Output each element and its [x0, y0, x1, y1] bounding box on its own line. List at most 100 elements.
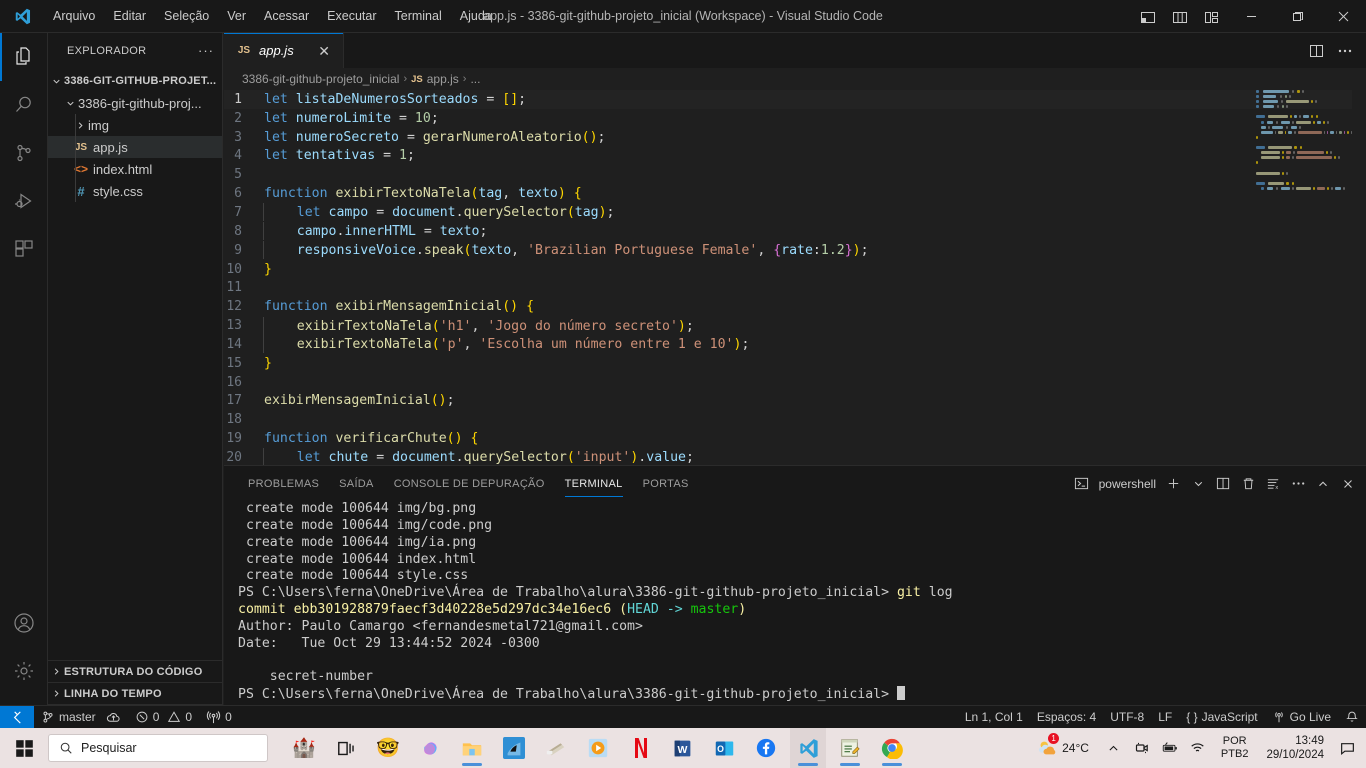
tab-appjs[interactable]: JS app.js ✕ [224, 33, 344, 68]
maximize-panel-icon[interactable] [1311, 471, 1335, 497]
code-line[interactable]: 18 [224, 410, 1366, 429]
minimize-button[interactable] [1228, 0, 1274, 33]
terminal-name[interactable]: powershell [1099, 477, 1156, 491]
taskbar-copilot-icon[interactable] [412, 728, 448, 768]
status-notifications[interactable] [1338, 706, 1366, 729]
tab-console-depuracao[interactable]: CONSOLE DE DEPURAÇÃO [384, 466, 555, 501]
minimap[interactable] [1256, 90, 1352, 225]
code-line[interactable]: 8 campo.innerHTML = texto; [224, 222, 1366, 241]
menu-executar[interactable]: Executar [318, 0, 385, 33]
tab-portas[interactable]: PORTAS [633, 466, 699, 501]
code-line[interactable]: 12 function exibirMensagemInicial() { [224, 297, 1366, 316]
taskbar-word-icon[interactable]: W [664, 728, 700, 768]
sidebar-item-run-and-debug[interactable] [0, 177, 48, 225]
gear-icon[interactable] [0, 647, 48, 695]
code-line[interactable]: 16 [224, 373, 1366, 392]
remote-window-icon[interactable] [0, 705, 34, 729]
code-line[interactable]: 7 let campo = document.querySelector(tag… [224, 203, 1366, 222]
terminal-output[interactable]: create mode 100644 img/bg.png create mod… [224, 501, 1366, 705]
taskbar-facebook-icon[interactable] [748, 728, 784, 768]
menu-ver[interactable]: Ver [218, 0, 255, 33]
windows-start-icon[interactable] [0, 728, 48, 768]
battery-icon[interactable] [1157, 728, 1183, 768]
tree-item-file-appjs[interactable]: JS app.js [48, 136, 222, 158]
code-line[interactable]: 6 function exibirTextoNaTela(tag, texto) … [224, 184, 1366, 203]
status-eol[interactable]: LF [1151, 706, 1179, 729]
breadcrumb[interactable]: 3386-git-github-projeto_inicial › JS app… [224, 68, 1366, 90]
section-timeline[interactable]: LINHA DO TEMPO [48, 683, 222, 705]
code-line[interactable]: 11 [224, 278, 1366, 297]
sidebar-item-search[interactable] [0, 81, 48, 129]
code-line[interactable]: 19 function verificarChute() { [224, 429, 1366, 448]
code-line[interactable]: 5 [224, 165, 1366, 184]
menu-editar[interactable]: Editar [104, 0, 155, 33]
taskbar-task-view-icon[interactable] [328, 728, 364, 768]
weather-partly-cloudy-icon[interactable]: 1 [1034, 728, 1060, 768]
status-go-live[interactable]: Go Live [1265, 706, 1338, 729]
code-line[interactable]: 20 let chute = document.querySelector('i… [224, 448, 1366, 465]
breadcrumb-file[interactable]: app.js [427, 72, 459, 86]
code-editor[interactable]: 1 let listaDeNumerosSorteados = []; 2 let n… [224, 90, 1366, 465]
taskbar-media-player-icon[interactable] [580, 728, 616, 768]
taskbar-emoji-app-icon[interactable]: 🤓 [370, 728, 406, 768]
status-ports[interactable]: 0 [199, 706, 239, 729]
tab-problemas[interactable]: PROBLEMAS [238, 466, 329, 501]
taskbar-outlook-icon[interactable]: O [706, 728, 742, 768]
camera-icon[interactable] [1129, 728, 1155, 768]
tree-item-workspace[interactable]: 3386-GIT-GITHUB-PROJET... [48, 70, 222, 92]
taskbar-chrome-icon[interactable] [874, 728, 910, 768]
tree-item-file-stylecss[interactable]: # style.css [48, 180, 222, 202]
code-line[interactable]: 9 responsiveVoice.speak(texto, 'Brazilia… [224, 241, 1366, 260]
wifi-icon[interactable] [1185, 728, 1211, 768]
menu-bar[interactable]: Arquivo Editar Seleção Ver Acessar Execu… [44, 0, 501, 33]
split-editor-icon[interactable] [1304, 33, 1330, 68]
code-line[interactable]: 2 let numeroLimite = 10; [224, 109, 1366, 128]
breadcrumb-folder[interactable]: 3386-git-github-projeto_inicial [242, 72, 399, 86]
menu-ajuda[interactable]: Ajuda [451, 0, 501, 33]
overview-ruler[interactable] [1352, 90, 1366, 465]
notification-center-icon[interactable] [1334, 728, 1360, 768]
toggle-secondary-sidebar-icon[interactable] [1196, 0, 1228, 33]
taskbar-vscode-icon[interactable] [790, 728, 826, 768]
code-line[interactable]: 15} [224, 354, 1366, 373]
breadcrumb-symbol[interactable]: ... [470, 72, 480, 86]
taskbar-netflix-icon[interactable] [622, 728, 658, 768]
menu-selecao[interactable]: Seleção [155, 0, 218, 33]
sidebar-item-extensions[interactable] [0, 225, 48, 273]
status-branch[interactable]: master [34, 706, 128, 729]
sidebar-item-explorer[interactable] [0, 33, 48, 81]
close-button[interactable] [1320, 0, 1366, 33]
taskbar-castle-widget-icon[interactable]: 🏰 [286, 728, 322, 768]
tab-saida[interactable]: SAÍDA [329, 466, 384, 501]
sidebar-item-source-control[interactable] [0, 129, 48, 177]
new-terminal-icon[interactable] [1161, 471, 1185, 497]
status-indentation[interactable]: Espaços: 4 [1030, 706, 1103, 729]
close-icon[interactable]: ✕ [315, 44, 333, 58]
code-line[interactable]: 17 exibirMensagemInicial(); [224, 392, 1366, 411]
tree-item-folder-img[interactable]: img [48, 114, 222, 136]
weather-temperature[interactable]: 24°C [1062, 741, 1099, 755]
clear-terminal-icon[interactable]: x [1261, 471, 1285, 497]
close-panel-icon[interactable] [1336, 471, 1360, 497]
terminal-dropdown-icon[interactable] [1186, 471, 1210, 497]
explorer-more-actions-icon[interactable]: ··· [198, 43, 214, 58]
toggle-primary-sidebar-icon[interactable] [1132, 0, 1164, 33]
tree-item-file-indexhtml[interactable]: <> index.html [48, 158, 222, 180]
more-actions-icon[interactable] [1286, 471, 1310, 497]
status-cursor-position[interactable]: Ln 1, Col 1 [958, 706, 1030, 729]
maximize-button[interactable] [1274, 0, 1320, 33]
code-line[interactable]: 3 let numeroSecreto = gerarNumeroAleatori… [224, 128, 1366, 147]
tab-terminal[interactable]: TERMINAL [555, 466, 633, 501]
taskbar-reader-app-icon[interactable] [496, 728, 532, 768]
menu-arquivo[interactable]: Arquivo [44, 0, 104, 33]
code-lines[interactable]: 1 let listaDeNumerosSorteados = []; 2 let n… [224, 90, 1366, 465]
status-language-mode[interactable]: { } JavaScript [1179, 706, 1264, 729]
language-indicator[interactable]: POR PTB2 [1213, 735, 1257, 761]
split-terminal-icon[interactable] [1211, 471, 1235, 497]
taskbar-tool-app-icon[interactable] [538, 728, 574, 768]
taskbar-file-explorer-icon[interactable] [454, 728, 490, 768]
status-problems[interactable]: 0 0 [128, 706, 199, 729]
menu-terminal[interactable]: Terminal [386, 0, 451, 33]
code-line[interactable]: 14 exibirTextoNaTela('p', 'Escolha um nú… [224, 335, 1366, 354]
status-encoding[interactable]: UTF-8 [1103, 706, 1151, 729]
